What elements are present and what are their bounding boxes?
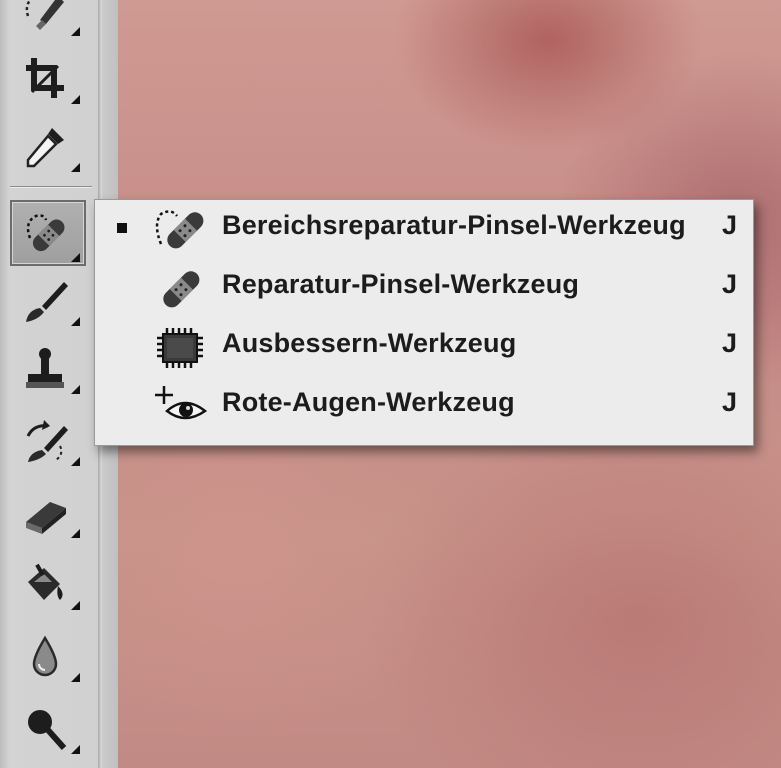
- menu-item-label: Ausbessern-Werkzeug: [222, 328, 517, 358]
- history-brush-icon: [26, 420, 68, 462]
- tool-submenu-indicator: [71, 529, 80, 538]
- toolbar-separator: [10, 186, 92, 188]
- clone-stamp-tool[interactable]: [8, 340, 84, 396]
- eraser-tool[interactable]: [8, 484, 84, 540]
- tool-submenu-indicator: [71, 745, 80, 754]
- selected-bullet-icon: [117, 223, 127, 233]
- menu-item-red-eye[interactable]: Rote-Augen-Werkzeug J: [95, 377, 753, 435]
- patch-icon: [157, 328, 203, 368]
- tool-submenu-indicator: [71, 163, 80, 172]
- paint-bucket-tool[interactable]: [8, 556, 84, 612]
- spot-healing-brush-icon: [155, 210, 204, 249]
- dodge-icon: [28, 710, 67, 750]
- eyedropper-tool[interactable]: [8, 118, 84, 174]
- menu-item-patch[interactable]: Ausbessern-Werkzeug J: [95, 318, 753, 376]
- menu-item-shortcut: J: [721, 328, 737, 358]
- tool-submenu-indicator: [71, 253, 80, 262]
- history-brush-tool[interactable]: [8, 412, 84, 468]
- spot-healing-brush-tool[interactable]: [10, 200, 86, 266]
- menu-item-label: Bereichsreparatur-Pinsel-Werkzeug: [222, 210, 686, 240]
- quick-selection-tool[interactable]: [8, 0, 84, 38]
- quick-selection-icon: [25, 0, 64, 30]
- brush-icon: [26, 282, 68, 322]
- crop-icon: [26, 58, 64, 98]
- tool-submenu-indicator: [71, 317, 80, 326]
- healing-tools-flyout-menu: Bereichsreparatur-Pinsel-Werkzeug J Repa…: [94, 199, 754, 446]
- menu-item-shortcut: J: [721, 387, 737, 417]
- red-eye-icon: [155, 386, 208, 420]
- eraser-icon: [26, 502, 66, 534]
- eyedropper-icon: [26, 128, 64, 168]
- menu-item-label: Reparatur-Pinsel-Werkzeug: [222, 269, 580, 299]
- dodge-tool[interactable]: [8, 700, 84, 756]
- brush-tool[interactable]: [8, 272, 84, 328]
- tool-submenu-indicator: [71, 673, 80, 682]
- blur-drop-icon: [32, 635, 58, 677]
- menu-item-shortcut: J: [721, 210, 737, 240]
- spot-healing-brush-icon: [26, 214, 65, 252]
- tool-submenu-indicator: [71, 385, 80, 394]
- clone-stamp-icon: [26, 348, 64, 388]
- menu-item-label: Rote-Augen-Werkzeug: [222, 387, 515, 417]
- menu-item-shortcut: J: [721, 269, 737, 299]
- menu-item-spot-healing-brush[interactable]: Bereichsreparatur-Pinsel-Werkzeug J: [95, 200, 753, 258]
- menu-item-healing-brush[interactable]: Reparatur-Pinsel-Werkzeug J: [95, 259, 753, 317]
- crop-tool[interactable]: [8, 50, 84, 106]
- healing-brush-icon: [163, 271, 200, 308]
- tool-submenu-indicator: [71, 95, 80, 104]
- paint-bucket-icon: [28, 563, 63, 600]
- tool-submenu-indicator: [71, 601, 80, 610]
- tool-submenu-indicator: [71, 457, 80, 466]
- tool-submenu-indicator: [71, 27, 80, 36]
- blur-tool[interactable]: [8, 628, 84, 684]
